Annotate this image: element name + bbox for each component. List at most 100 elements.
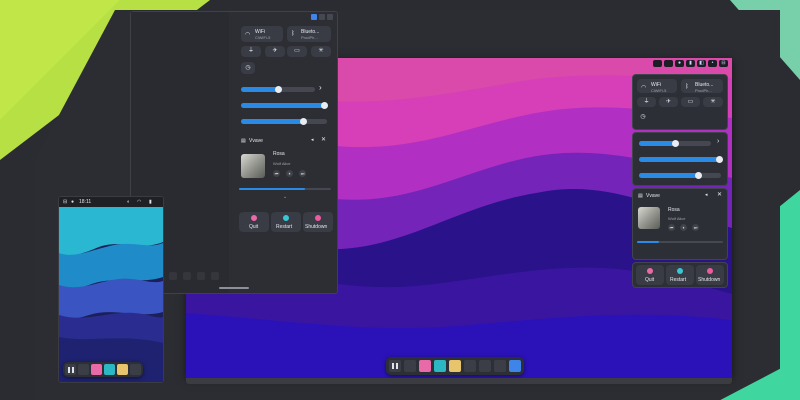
mic-slider[interactable] <box>241 118 327 125</box>
airplane-toggle[interactable]: ✈ <box>265 46 285 57</box>
mic-knob[interactable] <box>695 172 702 179</box>
mic-toggle[interactable]: ⏚ <box>241 46 261 57</box>
ghost-icon <box>183 272 191 280</box>
airplane-icon: ✈ <box>665 99 672 105</box>
restart-button[interactable]: Restart <box>271 212 301 232</box>
mic-slider[interactable] <box>639 172 721 179</box>
dock-launcher-icon[interactable] <box>389 360 401 372</box>
status-icon[interactable] <box>327 14 333 20</box>
screen-toggle[interactable]: ▭ <box>287 46 307 57</box>
shutdown-button[interactable]: Shutdown <box>696 265 724 285</box>
volume-slider[interactable] <box>241 86 315 93</box>
mic-knob[interactable] <box>300 118 307 125</box>
dock-folder-icon[interactable] <box>117 364 128 375</box>
brightness-fill <box>241 103 324 108</box>
airplane-toggle[interactable]: ✈ <box>659 97 678 107</box>
close-icon[interactable]: ✕ <box>321 136 326 143</box>
status-chip[interactable] <box>664 60 673 67</box>
timer-toggle[interactable]: ◷ <box>241 62 255 74</box>
bluetooth-tile[interactable]: ᛒ Blueto... ProdPh... <box>287 26 331 42</box>
phone-indicator-icon: ◐ <box>127 199 131 205</box>
brightness-knob[interactable] <box>321 102 328 109</box>
volume-knob[interactable] <box>672 140 679 147</box>
dock-app-icon[interactable] <box>91 364 102 375</box>
quit-button[interactable]: Quit <box>636 265 664 285</box>
status-chip[interactable]: ● <box>675 60 684 67</box>
pause-button[interactable]: ⏸ <box>286 170 293 177</box>
track-artist: Wolf Alice <box>273 161 291 166</box>
status-icon[interactable] <box>319 14 325 20</box>
volume-slider[interactable] <box>639 140 711 147</box>
dock-terminal-icon[interactable] <box>130 364 141 375</box>
previous-button[interactable]: ⏮ <box>273 170 280 177</box>
quit-button[interactable]: Quit <box>239 212 269 232</box>
wifi-tile[interactable]: ◠ WiFi CiWiFi-5 <box>637 79 677 93</box>
previous-icon: ⏮ <box>669 225 674 230</box>
dock-notes-icon[interactable] <box>479 360 491 372</box>
dock-app-icon[interactable] <box>419 360 431 372</box>
phone-status-icon: ● <box>71 199 75 205</box>
album-cover <box>241 154 265 178</box>
media-progress[interactable] <box>239 188 331 190</box>
dock-window-icon[interactable] <box>494 360 506 372</box>
previous-button[interactable]: ⏮ <box>668 224 675 231</box>
pin-icon[interactable]: ◂ <box>311 137 314 143</box>
brightness-knob[interactable] <box>716 156 723 163</box>
status-chip[interactable]: ▮ <box>686 60 695 67</box>
clock-icon: ◷ <box>245 65 251 71</box>
status-icon[interactable] <box>311 14 317 20</box>
track-title: Rosa <box>668 207 680 213</box>
dock-folder-icon[interactable] <box>449 360 461 372</box>
phone-status-bar: ⊟ ● 18:11 ◐ ◠ ▮ <box>59 197 163 207</box>
monitor-network-card: ◠ WiFi CiWiFi-5 ᛒ Blueto... ProdPh... ⏚ … <box>632 74 728 130</box>
track-artist: Wolf Alice <box>668 216 686 221</box>
status-chip[interactable] <box>653 60 662 67</box>
status-chip[interactable]: ◧ <box>697 60 706 67</box>
volume-fill <box>241 87 278 92</box>
next-button[interactable]: ⏭ <box>299 170 306 177</box>
pin-icon[interactable]: ◂ <box>705 192 708 198</box>
dock-terminal-icon[interactable] <box>464 360 476 372</box>
pause-button[interactable]: ⏸ <box>680 224 687 231</box>
mic-toggle[interactable]: ⏚ <box>637 97 656 107</box>
volume-knob[interactable] <box>275 86 282 93</box>
restart-label: Restart <box>276 224 293 230</box>
dock-download-icon[interactable] <box>509 360 521 372</box>
phone-device: ⊟ ● 18:11 ◐ ◠ ▮ <box>58 196 164 383</box>
monitor-media-card: ▤ Vvave ◂ ✕ Rosa Wolf Alice ⏮ ⏸ ⏭ <box>632 188 728 260</box>
night-toggle[interactable]: ✳ <box>703 97 723 107</box>
monitor-dock <box>386 357 524 375</box>
screen-toggle[interactable]: ▭ <box>681 97 700 107</box>
dock-launcher-icon[interactable] <box>65 364 76 375</box>
restart-button[interactable]: Restart <box>666 265 694 285</box>
wifi-tile[interactable]: ◠ WiFi CiWiFi-5 <box>241 26 283 42</box>
dock-gallery-icon[interactable] <box>434 360 446 372</box>
previous-icon: ⏮ <box>274 171 279 176</box>
chevron-right-icon[interactable]: › <box>717 138 719 145</box>
brightness-slider[interactable] <box>639 156 723 163</box>
home-indicator[interactable] <box>219 287 249 289</box>
media-progress[interactable] <box>637 241 723 243</box>
dock-files-icon[interactable] <box>78 364 89 375</box>
monitor-status-bar: ● ▮ ◧ • ⊟ <box>653 60 728 67</box>
pause-icon: ⏸ <box>682 225 685 230</box>
brightness-slider[interactable] <box>241 102 328 109</box>
bluetooth-tile[interactable]: ᛒ Blueto... ProdPh... <box>681 79 723 93</box>
close-icon[interactable]: ✕ <box>717 191 722 198</box>
night-toggle[interactable]: ✳ <box>311 46 331 57</box>
chevron-down-icon[interactable]: ⌄ <box>283 194 287 200</box>
timer-toggle[interactable]: ◷ <box>637 111 649 123</box>
shutdown-button[interactable]: Shutdown <box>303 212 333 232</box>
bluetooth-subtitle: ProdPh... <box>695 88 712 93</box>
next-button[interactable]: ⏭ <box>692 224 699 231</box>
phone-wifi-icon: ◠ <box>137 199 142 205</box>
status-chip[interactable]: • <box>708 60 717 67</box>
status-chip[interactable]: ⊟ <box>719 60 728 67</box>
phone-menu-icon[interactable]: ⊟ <box>63 199 67 205</box>
restart-icon <box>283 215 289 221</box>
dock-gallery-icon[interactable] <box>104 364 115 375</box>
chevron-right-icon[interactable]: › <box>319 83 322 92</box>
wifi-icon: ◠ <box>641 85 647 91</box>
mic-fill <box>241 119 303 124</box>
dock-files-icon[interactable] <box>404 360 416 372</box>
